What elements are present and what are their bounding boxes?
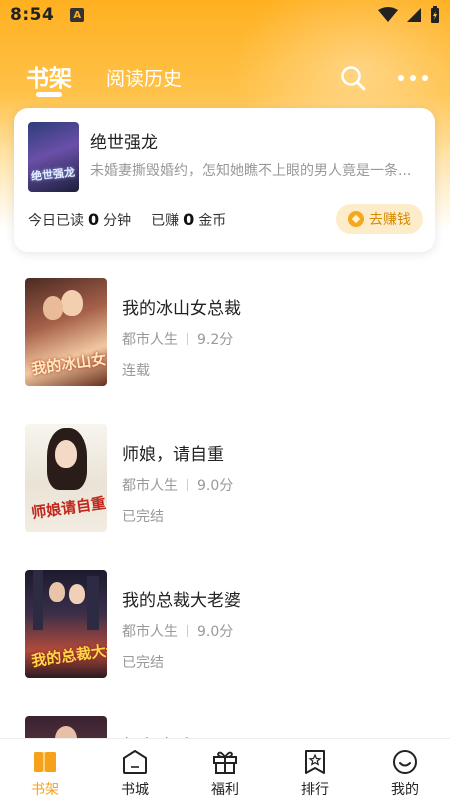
book-cover-text: 我的冰山女总裁 bbox=[30, 345, 107, 379]
nav-item-bookstore[interactable]: 书城 bbox=[90, 739, 180, 800]
tab-reading-history[interactable]: 阅读历史 bbox=[106, 64, 182, 91]
search-icon[interactable] bbox=[340, 65, 366, 91]
coin-icon bbox=[348, 211, 364, 227]
top-navigation: 书架 阅读历史 bbox=[0, 55, 450, 99]
book-score: 9.0分 bbox=[197, 478, 234, 494]
book-item[interactable]: 我的冰山女总裁 我的冰山女总裁 都市人生 9.2分 连载 bbox=[0, 278, 450, 388]
tab-bookshelf[interactable]: 书架 bbox=[26, 59, 72, 93]
bookshelf-icon bbox=[34, 752, 56, 772]
gift-icon bbox=[213, 751, 237, 774]
book-title: 师娘，请自重 bbox=[122, 445, 224, 465]
bottom-navigation: 书架 书城 福利 排行 我的 bbox=[0, 738, 450, 800]
status-time: 8:54 bbox=[10, 5, 55, 25]
wifi-icon bbox=[378, 7, 398, 22]
signal-icon bbox=[407, 8, 421, 22]
book-score: 9.2分 bbox=[197, 332, 234, 348]
notification-icon: A bbox=[70, 8, 85, 22]
battery-icon bbox=[431, 6, 439, 23]
active-tab-indicator bbox=[36, 92, 62, 97]
book-title: 我的总裁大老婆 bbox=[122, 591, 241, 611]
book-item[interactable]: 师娘请自重 师娘，请自重 都市人生 9.0分 已完结 bbox=[0, 424, 450, 534]
book-cover: 师娘请自重 bbox=[25, 424, 107, 532]
more-icon[interactable] bbox=[398, 65, 428, 91]
nav-label: 书架 bbox=[31, 782, 59, 798]
earned-coins-value: 0 bbox=[183, 210, 195, 229]
nav-label: 排行 bbox=[301, 782, 329, 798]
book-cover: 我的冰山女总裁 bbox=[25, 278, 107, 386]
earned-coins-unit: 金币 bbox=[198, 213, 227, 229]
current-book-title: 绝世强龙 bbox=[90, 133, 158, 153]
book-status: 连载 bbox=[122, 363, 150, 379]
nav-label: 我的 bbox=[391, 782, 419, 798]
reading-stats: 今日已读 0 分钟 已赚 0 金币 bbox=[28, 210, 226, 230]
current-book-description: 未婚妻撕毁婚约，怎知她瞧不上眼的男人竟是一条... bbox=[90, 163, 412, 179]
earn-money-label: 去赚钱 bbox=[369, 212, 411, 228]
book-meta: 都市人生 9.0分 bbox=[122, 475, 233, 495]
book-title: 我的冰山女总裁 bbox=[122, 299, 241, 319]
nav-item-bookshelf[interactable]: 书架 bbox=[0, 739, 90, 800]
book-status: 已完结 bbox=[122, 509, 164, 525]
book-meta: 都市人生 9.0分 bbox=[122, 621, 233, 641]
book-meta: 都市人生 9.2分 bbox=[122, 329, 233, 349]
earn-money-button[interactable]: 去赚钱 bbox=[336, 204, 423, 234]
nav-item-welfare[interactable]: 福利 bbox=[180, 739, 270, 800]
nav-item-ranking[interactable]: 排行 bbox=[270, 739, 360, 800]
book-category: 都市人生 bbox=[122, 624, 178, 640]
earned-label: 已赚 bbox=[151, 213, 180, 229]
current-book-cover-text: 绝世强龙 bbox=[30, 165, 76, 184]
profile-icon bbox=[393, 750, 417, 774]
nav-item-profile[interactable]: 我的 bbox=[360, 739, 450, 800]
book-category: 都市人生 bbox=[122, 478, 178, 494]
bookstore-icon bbox=[123, 750, 147, 774]
book-item[interactable]: 我的总裁大老婆 我的总裁大老婆 都市人生 9.0分 已完结 bbox=[0, 570, 450, 680]
current-book-cover: 绝世强龙 bbox=[28, 122, 79, 192]
current-book-card[interactable]: 绝世强龙 绝世强龙 未婚妻撕毁婚约，怎知她瞧不上眼的男人竟是一条... 今日已读… bbox=[14, 108, 435, 252]
book-score: 9.0分 bbox=[197, 624, 234, 640]
book-category: 都市人生 bbox=[122, 332, 178, 348]
book-cover: 我的总裁大老婆 bbox=[25, 570, 107, 678]
book-cover-text: 我的总裁大老婆 bbox=[30, 637, 107, 671]
read-minutes-unit: 分钟 bbox=[103, 213, 132, 229]
status-bar: 8:54 A bbox=[0, 0, 450, 30]
nav-label: 福利 bbox=[211, 782, 239, 798]
ranking-icon bbox=[305, 750, 325, 774]
read-minutes-value: 0 bbox=[88, 210, 100, 229]
nav-label: 书城 bbox=[121, 782, 149, 798]
read-today-label: 今日已读 bbox=[28, 213, 84, 229]
book-cover-text: 师娘请自重 bbox=[30, 493, 107, 523]
book-status: 已完结 bbox=[122, 655, 164, 671]
